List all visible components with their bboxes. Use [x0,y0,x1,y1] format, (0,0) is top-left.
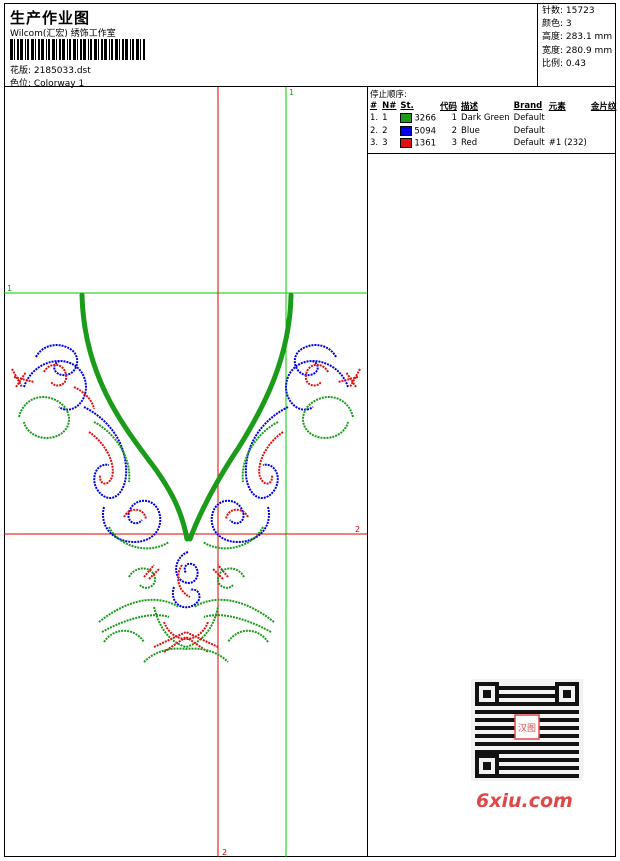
center-bottom-motif [98,551,275,663]
spec-colors: 颜色: 3 [542,19,572,30]
col-code: 代码 [440,102,458,112]
guide-label-left: 1 [7,284,12,293]
right-floral-motif [202,344,361,550]
table-header-row: # N# St. 代码 描述 Brand 元素 金片纹 [368,100,618,112]
neckline-embroidery [79,292,294,542]
table-row[interactable]: 1. 1 3266 1 Dark Green Default [368,112,618,125]
spec-stitches: 针数: 15723 [542,6,595,16]
guide-label-top: 1 [289,88,294,97]
col-sequin: 金片纹 [590,102,617,112]
design-canvas[interactable]: 1 1 2 2 [4,87,368,857]
page-title: 生产作业图 [10,9,91,27]
col-element: 元素 [548,102,566,112]
guide-label-bottom: 2 [222,848,227,857]
table-divider [368,153,616,154]
spec-width: 宽度: 280.9 mm [542,45,613,56]
header-panel: 生产作业图 Wilcom(汇宏) 绣饰工作室 花版: 2185033.dst 色… [4,3,616,89]
col-n: N# [382,101,397,111]
guide-label-right: 2 [355,525,360,534]
color-swatch [400,125,413,136]
col-index: # [370,101,378,111]
stop-sequence-title: 停止顺序: [370,90,407,100]
left-floral-motif [11,344,170,550]
embroidery-preview: 1 1 2 2 [4,87,367,857]
color-swatch [400,113,413,123]
company-name: Wilcom(汇宏) 绣饰工作室 [10,29,116,39]
col-stitches: St. [400,101,414,111]
stop-sequence-table: # N# St. 代码 描述 Brand 元素 金片纹 1. 1 3266 1 … [368,100,618,150]
qr-code: 汉图 [471,679,583,781]
qr-stamp: 汉图 [518,723,536,734]
barcode [10,39,145,60]
color-swatch [400,138,413,148]
col-description: 描述 [461,102,479,112]
watermark-logo: 6xiu.com [476,790,573,812]
table-row[interactable]: 2. 2 5094 2 Blue Default [368,125,618,138]
spec-height: 高度: 283.1 mm [542,32,613,43]
table-row[interactable]: 3. 3 1361 3 Red Default #1 (232) [368,137,618,150]
col-brand: Brand [513,101,543,111]
spec-scale: 比例: 0.43 [542,58,586,69]
specs-panel: 针数: 15723 颜色: 3 高度: 283.1 mm 宽度: 280.9 m… [537,3,616,87]
design-file-label: 花版: 2185033.dst [10,66,91,76]
